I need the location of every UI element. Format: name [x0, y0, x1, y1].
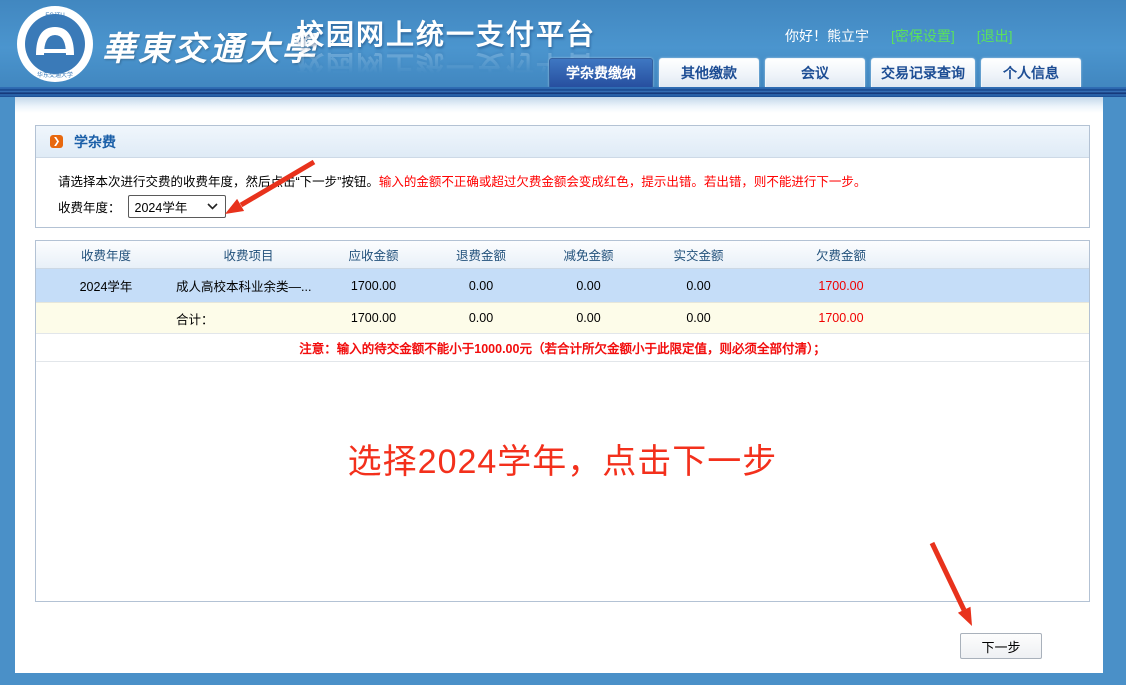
- fee-year-select[interactable]: 2024学年: [128, 195, 226, 218]
- header: ECJTU 华东交通大学 華東交通大學 校园网上统一支付平台 校园网上统一支付平…: [0, 0, 1126, 87]
- logo-ring-text: ECJTU: [45, 13, 64, 19]
- col-header-refund: 退费金额: [426, 245, 536, 264]
- total-deduction: 0.00: [536, 311, 641, 325]
- tab-tuition-payment[interactable]: 学杂费缴纳: [549, 58, 653, 87]
- tab-conference[interactable]: 会议: [765, 58, 865, 87]
- annotation-text: 选择2024学年，点击下一步: [36, 434, 1089, 483]
- security-settings-link[interactable]: [密保设置]: [891, 26, 955, 46]
- col-header-item: 收费项目: [176, 245, 321, 264]
- total-owed: 1700.00: [756, 311, 926, 325]
- nav-tabs: 学杂费缴纳 其他缴款 会议 交易记录查询 个人信息: [549, 58, 1081, 87]
- tab-transaction-history[interactable]: 交易记录查询: [871, 58, 975, 87]
- main-content: ❯ 学杂费 请选择本次进行交费的收费年度，然后点击“下一步”按钮。输入的金额不正…: [15, 97, 1103, 673]
- section-bullet-icon: ❯: [50, 135, 63, 148]
- col-header-receivable: 应收金额: [321, 245, 426, 264]
- table-row[interactable]: 2024学年 成人高校本科业余类—... 1700.00 0.00 0.00 0…: [36, 269, 1089, 302]
- university-name: 華東交通大學: [102, 22, 318, 70]
- cell-year: 2024学年: [36, 276, 176, 295]
- table-total-row: 合计： 1700.00 0.00 0.00 0.00 1700.00: [36, 302, 1089, 333]
- year-select-label: 收费年度：: [58, 197, 121, 216]
- col-header-owed: 欠费金额: [756, 245, 926, 264]
- tab-personal-info[interactable]: 个人信息: [981, 58, 1081, 87]
- minimum-payment-notice: 注意：输入的待交金额不能小于1000.00元（若合计所欠金额小于此限定值，则必须…: [36, 333, 1089, 362]
- year-select-line: 收费年度： 2024学年: [58, 195, 1089, 218]
- fee-year-selected-value: 2024学年: [135, 197, 188, 216]
- section-title: 学杂费: [74, 132, 116, 152]
- page-frame: ❯ 学杂费 请选择本次进行交费的收费年度，然后点击“下一步”按钮。输入的金额不正…: [0, 97, 1126, 685]
- user-greeting: 你好！熊立宇: [785, 26, 869, 46]
- instruction-red: 输入的金额不正确或超过欠费金额会变成红色，提示出错。若出错，则不能进行下一步。: [379, 175, 867, 189]
- next-step-button[interactable]: 下一步: [960, 633, 1042, 659]
- cell-paid: 0.00: [641, 279, 756, 293]
- cell-receivable: 1700.00: [321, 279, 426, 293]
- tuition-section-header: ❯ 学杂费: [36, 126, 1089, 158]
- total-label: 合计：: [176, 309, 321, 328]
- table-header-row: 收费年度 收费项目 应收金额 退费金额 减免金额 实交金额 欠费金额: [36, 241, 1089, 269]
- tab-other-payment[interactable]: 其他缴款: [659, 58, 759, 87]
- fees-table: 收费年度 收费项目 应收金额 退费金额 减免金额 实交金额 欠费金额 2024学…: [35, 240, 1090, 602]
- chevron-down-icon: [207, 203, 218, 210]
- tuition-section: ❯ 学杂费 请选择本次进行交费的收费年度，然后点击“下一步”按钮。输入的金额不正…: [35, 125, 1090, 228]
- instruction-line: 请选择本次进行交费的收费年度，然后点击“下一步”按钮。输入的金额不正确或超过欠费…: [58, 171, 1089, 190]
- total-refund: 0.00: [426, 311, 536, 325]
- cell-owed: 1700.00: [756, 279, 926, 293]
- content-top-strip: [15, 97, 1103, 113]
- header-divider-bar: [0, 87, 1126, 97]
- cell-refund: 0.00: [426, 279, 536, 293]
- svg-text:华东交通大学: 华东交通大学: [37, 71, 73, 79]
- col-header-year: 收费年度: [36, 245, 176, 264]
- logout-link[interactable]: [退出]: [977, 26, 1013, 46]
- university-logo: ECJTU 华东交通大学: [16, 5, 94, 83]
- col-header-paid: 实交金额: [641, 245, 756, 264]
- total-paid: 0.00: [641, 311, 756, 325]
- total-receivable: 1700.00: [321, 311, 426, 325]
- tuition-section-body: 请选择本次进行交费的收费年度，然后点击“下一步”按钮。输入的金额不正确或超过欠费…: [36, 158, 1089, 218]
- col-header-deduction: 减免金额: [536, 245, 641, 264]
- instruction-black: 请选择本次进行交费的收费年度，然后点击“下一步”按钮。: [58, 175, 379, 189]
- cell-deduction: 0.00: [536, 279, 641, 293]
- cell-item: 成人高校本科业余类—...: [176, 276, 321, 295]
- payment-platform-page: ECJTU 华东交通大学 華東交通大學 校园网上统一支付平台 校园网上统一支付平…: [0, 0, 1126, 685]
- user-info-bar: 你好！熊立宇 [密保设置] [退出]: [785, 26, 1013, 46]
